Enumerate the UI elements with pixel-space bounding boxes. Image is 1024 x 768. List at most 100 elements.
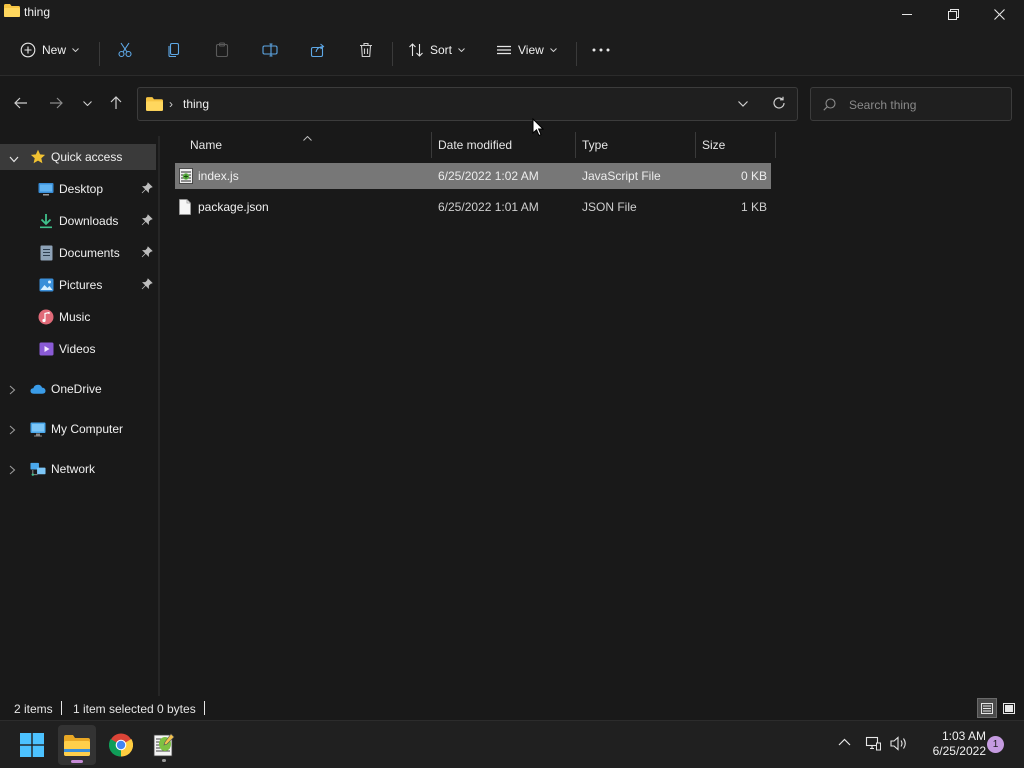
breadcrumb-separator-icon[interactable]: ›	[169, 97, 173, 111]
windows-logo-icon	[20, 733, 44, 757]
nav-item-quick-access[interactable]: Quick access	[0, 144, 156, 170]
nav-item-my-computer[interactable]: My Computer	[0, 416, 156, 442]
taskbar-file-explorer[interactable]	[58, 725, 96, 765]
show-hidden-icons-button[interactable]	[838, 735, 851, 749]
nav-label: Desktop	[59, 182, 104, 196]
toolbar-divider	[99, 42, 100, 66]
pictures-icon	[38, 277, 54, 293]
breadcrumb-current[interactable]: thing	[183, 97, 209, 111]
column-header-type[interactable]: Type	[582, 132, 608, 158]
new-button[interactable]: New	[20, 36, 79, 64]
trash-icon	[360, 42, 372, 58]
copy-button[interactable]	[166, 36, 182, 64]
file-row-package-json[interactable]: package.json 6/25/2022 1:01 AM JSON File…	[175, 194, 771, 220]
recent-locations-button[interactable]	[75, 91, 99, 115]
notification-badge[interactable]: 1	[987, 736, 1004, 753]
file-type: JavaScript File	[582, 169, 661, 183]
start-button[interactable]	[13, 725, 51, 765]
window-title: thing	[24, 5, 51, 19]
music-icon	[38, 309, 54, 325]
chevron-down-icon	[82, 100, 92, 106]
search-input[interactable]	[849, 96, 999, 114]
column-header-date[interactable]: Date modified	[438, 132, 512, 158]
expand-chevron-icon[interactable]	[9, 424, 16, 438]
taskbar-chrome[interactable]	[102, 725, 140, 765]
status-divider	[204, 701, 205, 715]
column-header-name[interactable]: Name	[190, 132, 222, 158]
chevron-up-icon	[838, 738, 851, 746]
column-divider[interactable]	[431, 132, 432, 158]
chevron-down-icon	[458, 48, 465, 52]
nav-label: Music	[59, 310, 91, 324]
nav-label: Documents	[59, 246, 120, 260]
see-more-button[interactable]	[592, 36, 610, 64]
nav-label: My Computer	[51, 422, 124, 436]
clock-date: 6/25/2022	[932, 744, 986, 758]
network-status-button[interactable]	[865, 736, 881, 754]
taskbar-clock[interactable]: 1:03 AM 6/25/2022	[912, 729, 986, 759]
restore-button[interactable]	[930, 0, 976, 28]
nav-item-pictures[interactable]: Pictures	[0, 272, 156, 298]
large-icons-view-button[interactable]	[999, 698, 1019, 718]
share-icon	[310, 43, 325, 58]
paste-icon	[215, 42, 229, 58]
pin-icon[interactable]	[141, 246, 153, 261]
cut-button[interactable]	[117, 36, 133, 64]
large-icons-view-icon	[1003, 702, 1015, 714]
details-view-button[interactable]	[977, 698, 997, 718]
pane-splitter[interactable]	[158, 136, 160, 696]
refresh-button[interactable]	[772, 96, 786, 113]
folder-icon	[64, 734, 90, 756]
nav-item-desktop[interactable]: Desktop	[0, 176, 156, 202]
arrow-up-icon	[110, 96, 122, 109]
nav-item-onedrive[interactable]: OneDrive	[0, 376, 156, 402]
refresh-icon	[773, 96, 785, 109]
navigation-pane: Quick access Desktop Downloads Documents	[0, 136, 158, 696]
volume-button[interactable]	[890, 736, 908, 754]
pin-icon[interactable]	[141, 182, 153, 197]
item-count: 2 items	[14, 702, 53, 716]
toolbar-divider	[576, 42, 577, 66]
minimize-button[interactable]	[884, 0, 930, 28]
expand-chevron-icon[interactable]	[9, 464, 16, 478]
file-row-index-js[interactable]: index.js 6/25/2022 1:02 AM JavaScript Fi…	[175, 163, 771, 189]
back-button[interactable]	[9, 91, 33, 115]
documents-icon	[38, 245, 54, 261]
address-bar[interactable]: › thing	[137, 87, 798, 121]
nav-item-videos[interactable]: Videos	[0, 336, 156, 362]
column-header-size[interactable]: Size	[702, 132, 725, 158]
search-box[interactable]	[810, 87, 1012, 121]
arrow-left-icon	[14, 97, 27, 109]
column-divider[interactable]	[575, 132, 576, 158]
taskbar-notepadpp[interactable]	[145, 725, 183, 765]
column-divider[interactable]	[695, 132, 696, 158]
view-button[interactable]: View	[496, 36, 557, 64]
nav-item-downloads[interactable]: Downloads	[0, 208, 156, 234]
pin-icon[interactable]	[141, 214, 153, 229]
mouse-cursor-icon	[532, 117, 545, 140]
sort-button[interactable]: Sort	[408, 36, 465, 64]
pin-icon[interactable]	[141, 278, 153, 293]
view-list-icon	[497, 45, 511, 55]
search-icon	[823, 98, 836, 114]
address-history-button[interactable]	[738, 97, 748, 114]
collapse-chevron-icon[interactable]	[9, 152, 19, 166]
scissors-icon	[118, 42, 132, 58]
nav-item-music[interactable]: Music	[0, 304, 156, 330]
nav-item-documents[interactable]: Documents	[0, 240, 156, 266]
delete-button[interactable]	[358, 36, 374, 64]
volume-icon	[890, 736, 906, 751]
nav-label: Videos	[59, 342, 96, 356]
up-button[interactable]	[104, 91, 128, 115]
expand-chevron-icon[interactable]	[9, 384, 16, 398]
paste-button[interactable]	[214, 36, 230, 64]
column-divider[interactable]	[775, 132, 776, 158]
share-button[interactable]	[310, 36, 326, 64]
nav-item-network[interactable]: Network	[0, 456, 156, 482]
rename-button[interactable]	[262, 36, 278, 64]
add-icon	[20, 42, 36, 58]
close-button[interactable]	[976, 0, 1022, 28]
view-label: View	[518, 43, 544, 57]
sort-ascending-icon	[303, 130, 312, 144]
forward-button[interactable]	[44, 91, 68, 115]
